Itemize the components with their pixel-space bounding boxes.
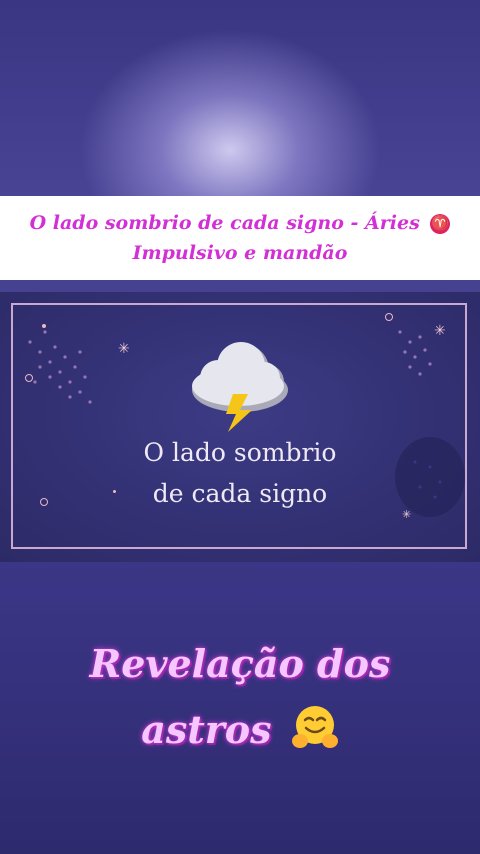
banner-line-1: O lado sombrio de cada signo - Áries ♈ xyxy=(30,208,451,238)
banner-subtitle: Impulsivo e mandão xyxy=(132,242,348,264)
sparkle-icon: ✳ xyxy=(434,323,446,339)
sparkle-icon: ✳ xyxy=(118,341,130,357)
caption-line-2: astros xyxy=(0,700,480,760)
caption-line-1: Revelação dos xyxy=(89,641,391,686)
banner-title: O lado sombrio de cada signo - Áries xyxy=(29,212,420,234)
title-banner: O lado sombrio de cada signo - Áries ♈ I… xyxy=(0,196,480,280)
card-title-line-1: O lado sombrio xyxy=(143,438,337,467)
dot-pattern-left xyxy=(28,330,92,404)
storm-cloud-lightning-icon xyxy=(192,342,288,432)
caption-astros: astros xyxy=(141,707,272,752)
ring-dot xyxy=(385,313,393,321)
small-dot xyxy=(42,324,46,328)
aries-icon: ♈ xyxy=(430,214,451,234)
card-title-line-2: de cada signo xyxy=(152,479,328,508)
hugging-face-icon xyxy=(291,706,338,748)
dot-pattern-right xyxy=(398,330,432,376)
video-card: ✳ ✳ ✳ O lado sombrio de cada signo xyxy=(0,292,480,562)
ring-dot xyxy=(25,374,33,382)
